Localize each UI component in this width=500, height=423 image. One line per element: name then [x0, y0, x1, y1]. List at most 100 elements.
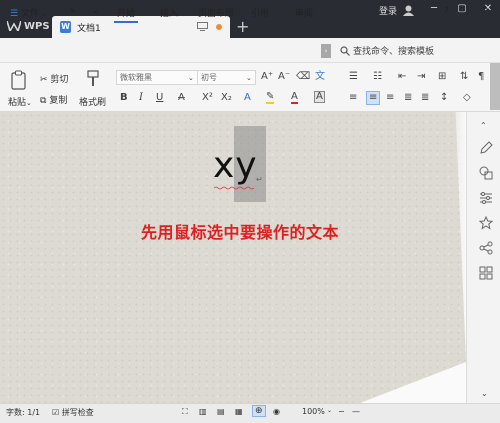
decrease-font-size-icon[interactable]: A⁻	[278, 71, 290, 83]
more-menu-button[interactable]: »	[70, 6, 76, 16]
apps-grid-icon[interactable]	[479, 266, 493, 280]
command-search[interactable]: 查找命令、搜索模板	[340, 44, 434, 57]
user-avatar-icon	[403, 5, 415, 16]
more-options-button[interactable]: ⋮	[463, 6, 472, 16]
strikethrough-button[interactable]: A	[178, 92, 185, 104]
word-count[interactable]: 字数: 1/1	[6, 407, 40, 418]
share-icon[interactable]	[479, 241, 493, 255]
zoom-slider[interactable]: —	[352, 407, 360, 416]
file-menu[interactable]: ☰ 文件 ⌄	[10, 6, 48, 19]
cut-button[interactable]: ✂ 剪切	[40, 72, 68, 85]
reading-mode-icon[interactable]: ▥	[199, 407, 207, 416]
outline-view-icon[interactable]: ▦	[235, 407, 243, 416]
sort-icon[interactable]: ⇅	[460, 71, 468, 83]
web-view-icon[interactable]: ⊕	[252, 405, 266, 417]
phonetic-guide-icon[interactable]: 文	[315, 71, 325, 83]
wps-logo[interactable]: WPS	[7, 18, 50, 34]
monitor-icon[interactable]	[197, 22, 208, 31]
paragraph-mark-icon: ↵	[256, 175, 263, 184]
spellcheck-underline	[214, 186, 255, 190]
document-tab[interactable]: W 文档1	[52, 16, 230, 38]
page-view-icon[interactable]: ▤	[217, 407, 225, 416]
bullet-list-icon[interactable]: ☰	[349, 71, 358, 83]
copy-button[interactable]: ⧉ 复制	[40, 93, 67, 106]
scissors-icon: ✂	[40, 75, 48, 85]
paste-button[interactable]: 粘贴⌄	[8, 95, 32, 108]
font-color-button[interactable]: A	[291, 91, 298, 104]
increase-font-size-icon[interactable]: A⁺	[261, 71, 273, 83]
superscript-button[interactable]: X²	[202, 92, 213, 104]
right-sidebar	[466, 112, 500, 403]
spell-check-icon: ☑	[52, 408, 60, 417]
active-tab-indicator	[114, 21, 138, 23]
show-marks-icon[interactable]: ¶	[478, 71, 484, 83]
italic-button[interactable]: I	[139, 92, 143, 104]
new-tab-button[interactable]: +	[236, 18, 249, 36]
chevron-down-icon[interactable]: ⌄	[188, 72, 194, 84]
spell-check-button[interactable]: ☑ 拼写检查	[52, 407, 94, 418]
cut-label: 剪切	[50, 75, 69, 85]
fullscreen-icon[interactable]: ⛶	[182, 407, 188, 417]
distribute-icon[interactable]: ≣	[421, 92, 429, 104]
text-effect-button[interactable]: A	[244, 92, 251, 104]
format-painter-icon[interactable]	[86, 70, 100, 88]
zoom-out-button[interactable]: −	[338, 407, 345, 416]
search-placeholder: 查找命令、搜索模板	[353, 47, 435, 57]
shapes-icon[interactable]	[479, 166, 493, 180]
align-left-icon[interactable]: ≡	[349, 92, 357, 104]
app-name: WPS	[24, 20, 50, 32]
justify-icon[interactable]: ≣	[404, 92, 412, 104]
numbered-list-icon[interactable]: ☷	[373, 71, 382, 83]
zoom-level[interactable]: 100%	[302, 407, 325, 416]
copy-icon: ⧉	[40, 96, 47, 106]
tab-review[interactable]: 审阅	[295, 6, 313, 19]
spell-check-label: 拼写检查	[61, 408, 94, 417]
line-spacing-icon[interactable]: ↕	[440, 92, 448, 104]
highlight-icon[interactable]: ✎	[266, 91, 275, 104]
edit-icon[interactable]	[479, 141, 493, 155]
tab-page-layout[interactable]: 页面布局	[198, 6, 234, 19]
bold-button[interactable]: B	[120, 92, 128, 104]
settings-sliders-icon[interactable]	[479, 191, 493, 205]
format-painter-button[interactable]: 格式刷	[79, 95, 106, 108]
paste-label: 粘贴	[8, 98, 27, 108]
quick-access-dropdown-icon[interactable]: ⌄	[92, 6, 99, 15]
chinese-layout-icon[interactable]: ⊞	[438, 71, 446, 83]
tab-references[interactable]: 引用	[251, 6, 269, 19]
login-label: 登录	[379, 7, 398, 17]
chevron-down-icon[interactable]: ⌄	[481, 388, 488, 400]
tab-home[interactable]: 开始	[117, 6, 135, 19]
underline-button[interactable]: U	[156, 92, 163, 104]
align-center-icon[interactable]: ≡	[366, 91, 381, 105]
chevron-down-icon[interactable]: ⌄	[246, 72, 252, 84]
copy-label: 复制	[49, 96, 68, 106]
help-button[interactable]: ?	[444, 6, 449, 16]
shading-icon[interactable]: ◇	[463, 92, 471, 104]
subscript-button[interactable]: X₂	[221, 92, 232, 104]
paste-icon[interactable]	[10, 70, 28, 90]
file-menu-label: 文件	[20, 9, 39, 19]
collapse-ribbon-button[interactable]: ^	[481, 6, 489, 16]
clear-format-icon[interactable]: ⌫	[296, 71, 310, 83]
document-text[interactable]: xy	[213, 146, 258, 186]
unsaved-dot-icon	[216, 24, 222, 30]
eye-protection-icon[interactable]: ◉	[273, 407, 280, 416]
wps-logo-icon	[7, 21, 21, 31]
instruction-text: 先用鼠标选中要操作的文本	[141, 223, 340, 242]
chevron-down-icon: ⌄	[26, 99, 32, 107]
document-icon: W	[60, 21, 71, 33]
tab-insert[interactable]: 插入	[160, 6, 178, 19]
decrease-indent-icon[interactable]: ⇤	[398, 71, 406, 83]
increase-indent-icon[interactable]: ⇥	[417, 71, 425, 83]
ribbon-scrollbar[interactable]	[490, 63, 500, 110]
chevron-down-icon[interactable]: ⌄	[327, 407, 332, 414]
login-button[interactable]: 登录	[379, 4, 415, 17]
align-right-icon[interactable]: ≡	[386, 92, 394, 104]
star-icon[interactable]	[479, 216, 493, 230]
search-icon	[340, 45, 350, 56]
chevron-up-icon[interactable]: ⌃	[480, 120, 487, 132]
tab-title: 文档1	[77, 23, 101, 34]
character-shading-button[interactable]: A	[314, 91, 325, 103]
minimize-button[interactable]: ─	[422, 2, 446, 16]
menu-scroll-right-button[interactable]: ›	[321, 44, 331, 58]
